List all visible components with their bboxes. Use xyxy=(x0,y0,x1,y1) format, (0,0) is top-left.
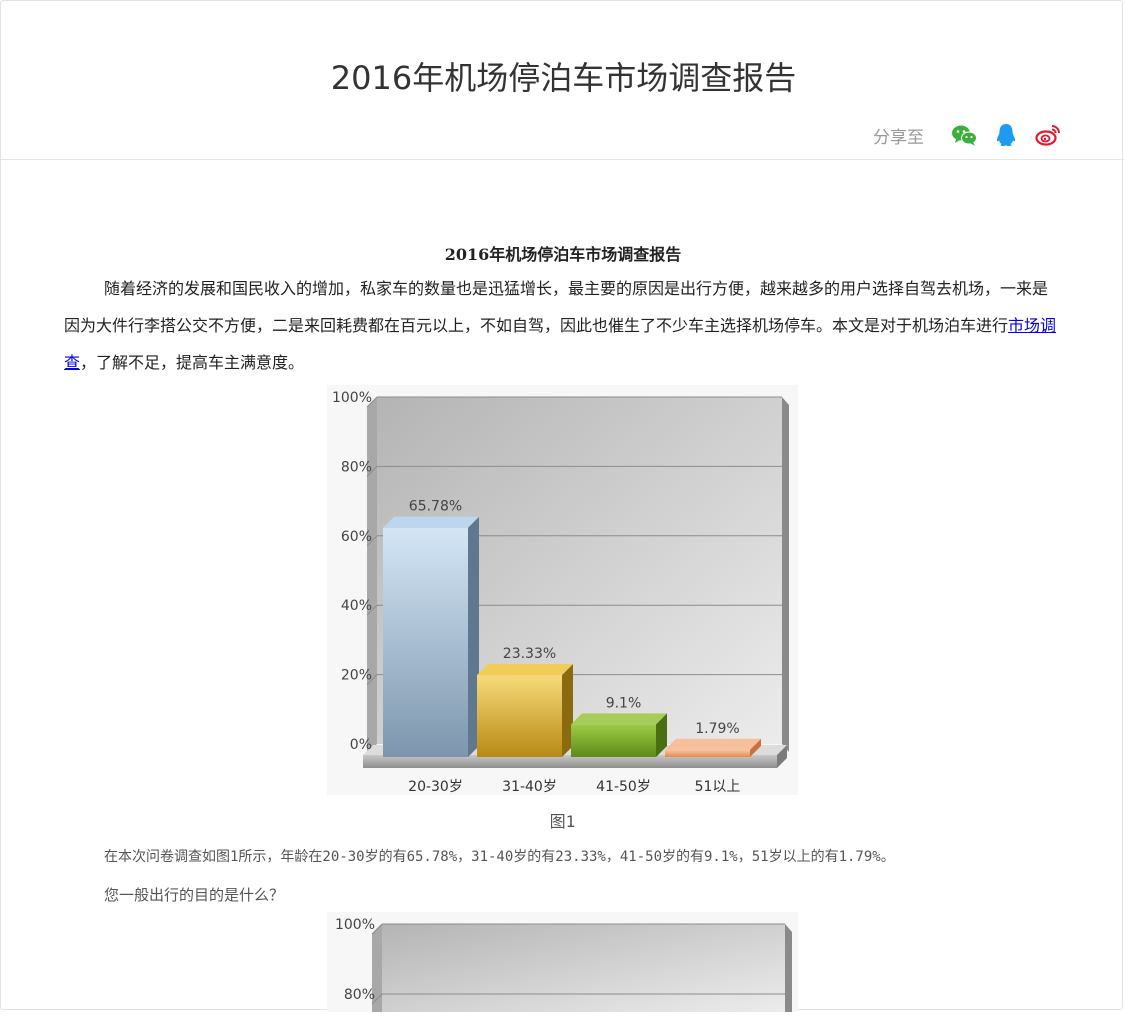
bar-value-label: 23.33% xyxy=(503,646,556,662)
figure-caption: 图1 xyxy=(549,812,576,831)
x-tick-label: 20-30岁 xyxy=(408,779,463,795)
chart2-right-edge xyxy=(785,924,792,1012)
article-body: 2016年机场停泊车市场调查报告 随着经济的发展和国民收入的增加，私家车的数量也… xyxy=(64,240,1062,381)
share-bar: 分享至 xyxy=(873,121,1062,149)
weibo-icon[interactable] xyxy=(1034,121,1062,149)
y-tick-label: 100% xyxy=(335,917,375,933)
x-tick-label: 31-40岁 xyxy=(502,779,557,795)
chart2-plot-back xyxy=(382,924,785,1012)
bar-top xyxy=(383,516,479,528)
bar-top xyxy=(477,664,573,676)
y-tick-label: 80% xyxy=(341,459,372,475)
x-tick-label: 51以上 xyxy=(695,779,741,795)
y-tick-label: 100% xyxy=(332,390,372,406)
y-tick-label: 20% xyxy=(341,668,372,684)
y-tick-label: 80% xyxy=(344,987,375,1003)
travel-purpose-chart: 100% 80% xyxy=(327,912,798,1012)
age-bar-chart-svg: 65.78% 23.33% 9.1% 1.79% 0% 20% 40% 60% 80% 100%… xyxy=(327,385,798,795)
bar-value-label: 9.1% xyxy=(606,695,642,711)
travel-purpose-question: 您一般出行的目的是什么？ xyxy=(104,886,285,904)
share-label: 分享至 xyxy=(873,127,924,148)
intro-text: 随着经济的发展和国民收入的增加，私家车的数量也是迅猛增长，最主要的原因是出行方便… xyxy=(64,279,1049,335)
bar-front xyxy=(383,527,468,757)
intro-text-end: ，了解不足，提高车主满意度。 xyxy=(80,353,305,372)
bar-front xyxy=(571,724,656,757)
wechat-icon[interactable] xyxy=(950,121,978,149)
bar-front xyxy=(665,749,750,757)
y-tick-label: 60% xyxy=(341,529,372,545)
age-summary-paragraph: 在本次问卷调查如图1所示，年龄在20-30岁的有65.78%，31-40岁的有2… xyxy=(104,849,895,865)
age-bar-chart: 65.78% 23.33% 9.1% 1.79% 0% 20% 40% 60% 80% 100%… xyxy=(327,385,798,795)
page-title: 2016年机场停泊车市场调查报告 xyxy=(330,59,797,97)
bar-value-label: 65.78% xyxy=(409,499,462,515)
bar-front xyxy=(477,675,562,757)
qq-icon[interactable] xyxy=(992,121,1020,149)
intro-paragraph: 随着经济的发展和国民收入的增加，私家车的数量也是迅猛增长，最主要的原因是出行方便… xyxy=(64,270,1062,381)
bar-top xyxy=(571,713,667,725)
y-tick-label: 40% xyxy=(341,598,372,614)
travel-purpose-chart-svg: 100% 80% xyxy=(327,912,798,1012)
page-header: 2016年机场停泊车市场调查报告 分享至 xyxy=(1,1,1124,160)
article-title: 2016年机场停泊车市场调查报告 xyxy=(444,245,682,264)
chart-left-wall xyxy=(367,397,377,754)
chart-right-edge xyxy=(782,397,789,752)
y-tick-label: 0% xyxy=(350,737,372,753)
bar-top xyxy=(665,738,761,750)
x-tick-label: 41-50岁 xyxy=(596,779,651,795)
bar-value-label: 1.79% xyxy=(695,721,739,737)
